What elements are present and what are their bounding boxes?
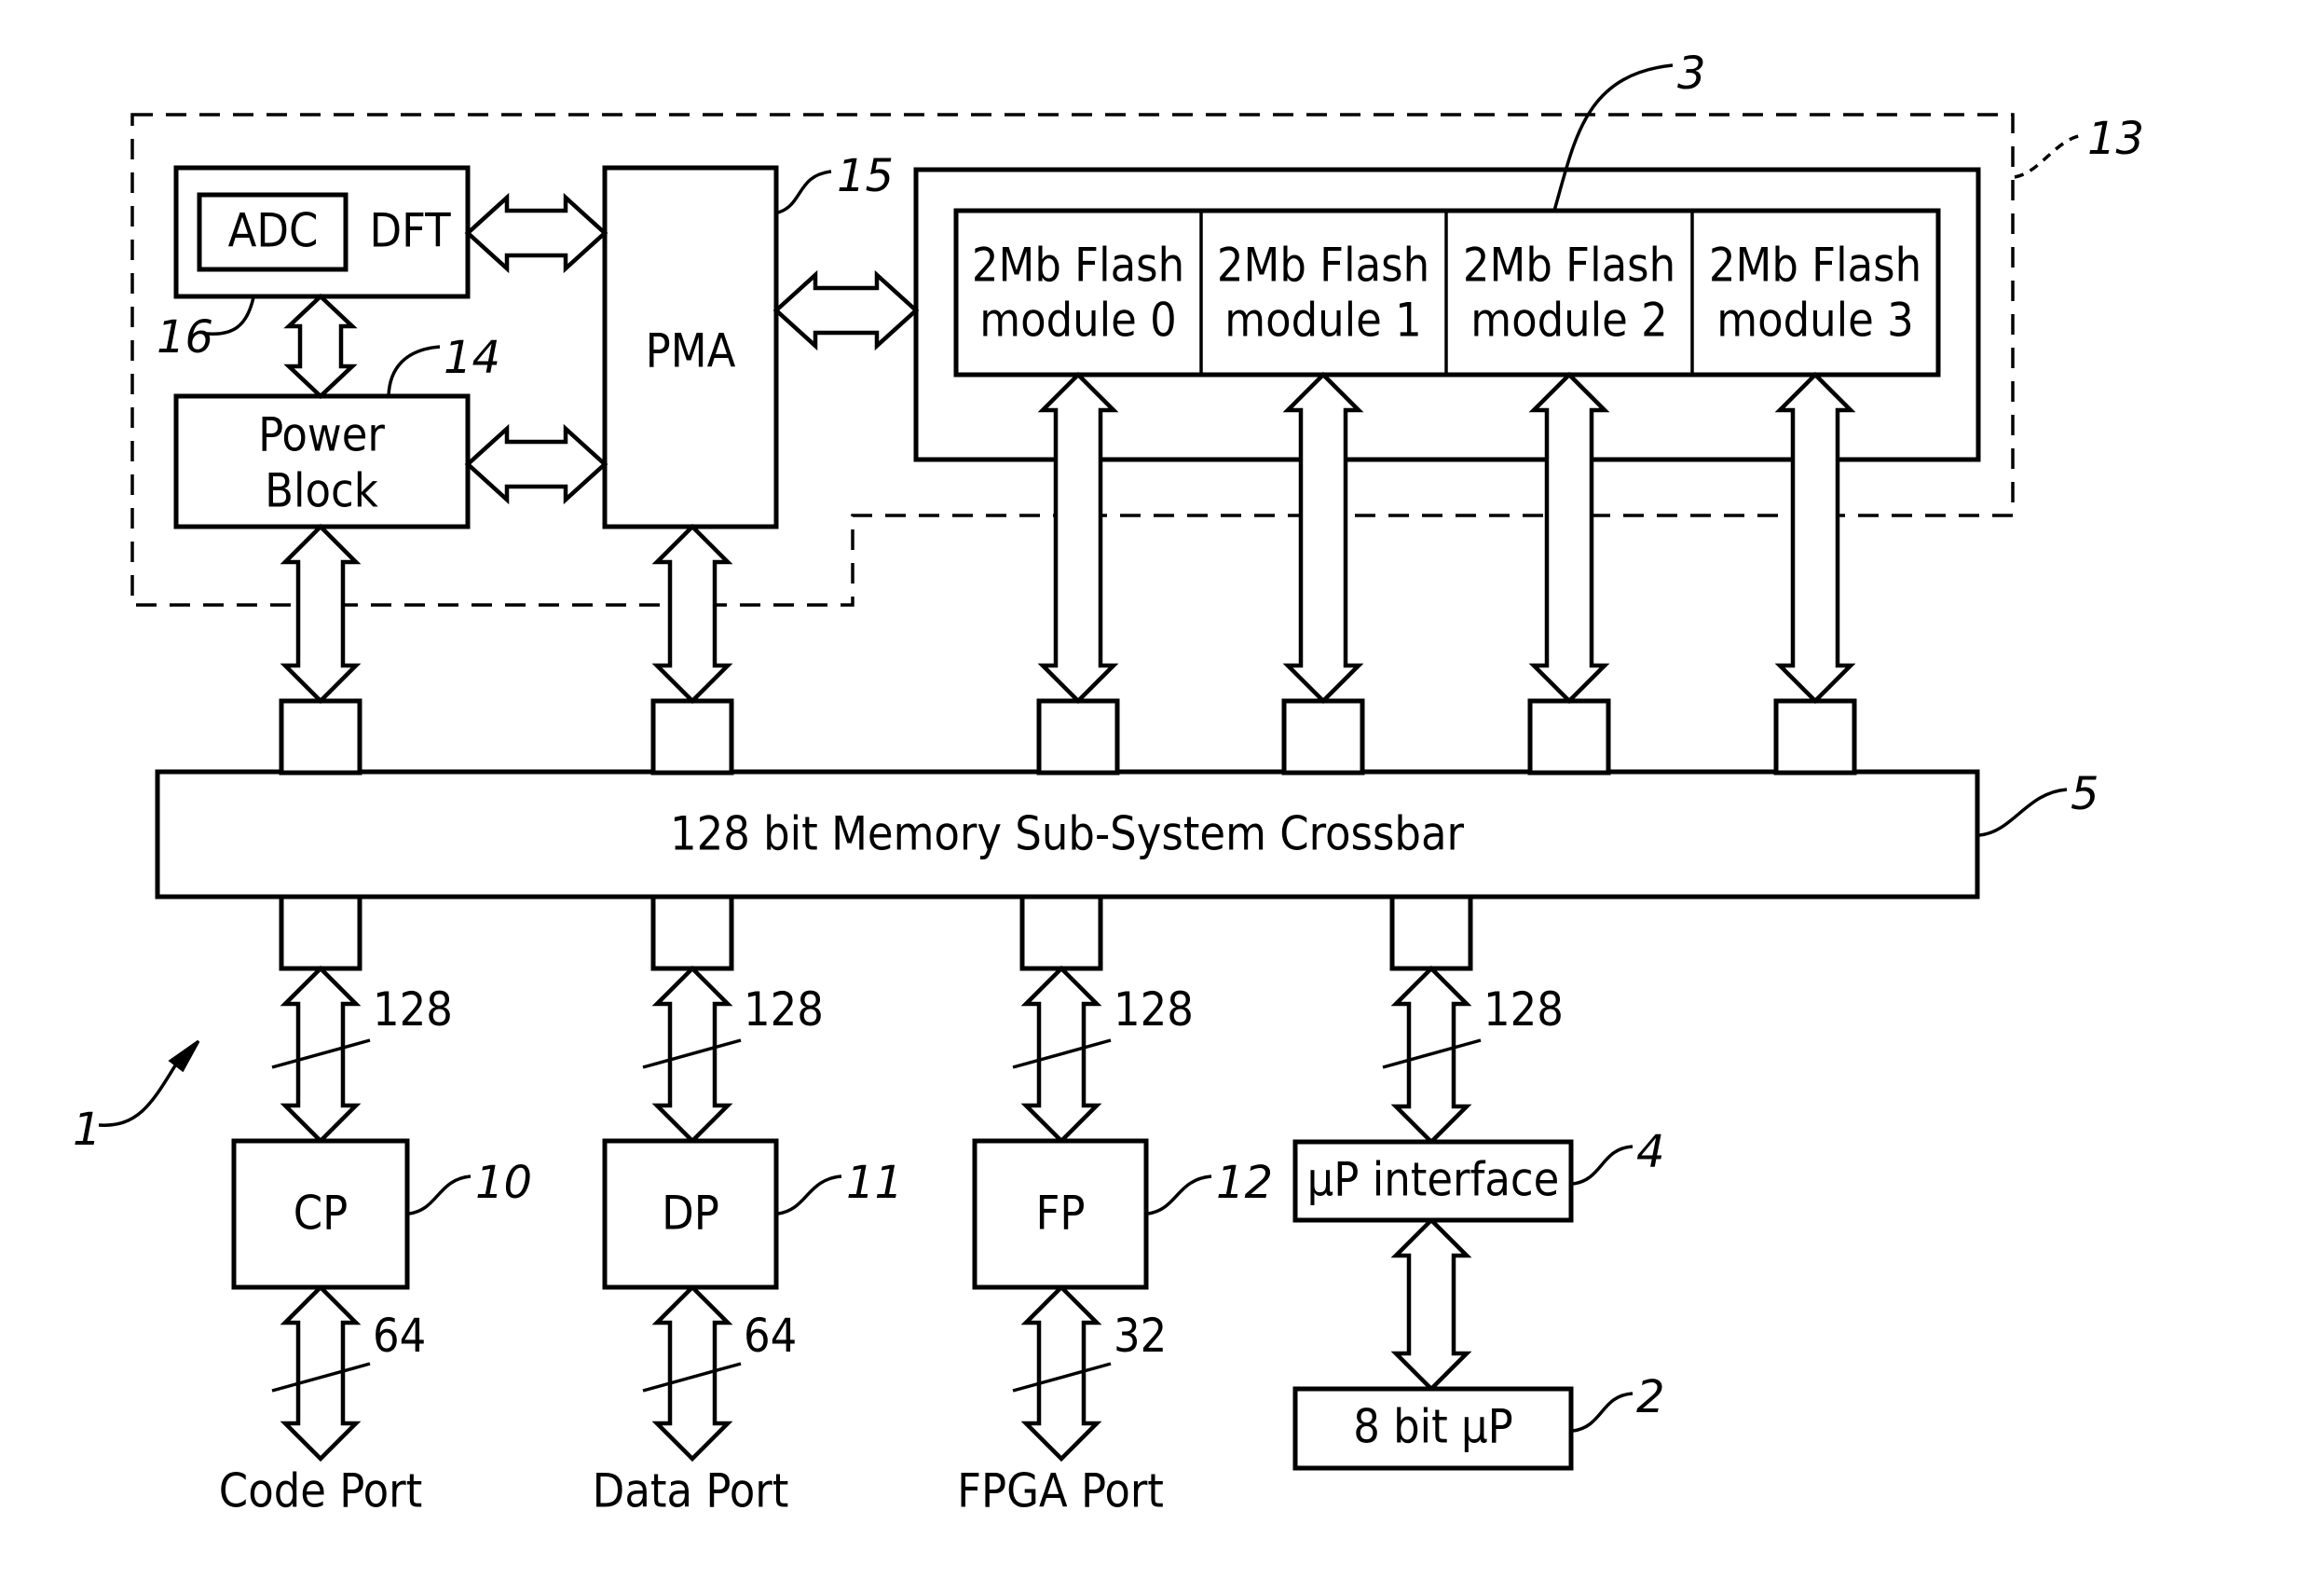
dp-upper-bus-width: 128: [744, 982, 824, 1037]
power-block-leader: [387, 345, 441, 397]
memory-subsystem-block-diagram: 13 ADC DFT 16 Power Block 14 PMA 15 2Mb …: [73, 48, 2144, 1518]
crossbar-top-connector: [279, 698, 362, 776]
fp-lower-bus-width: 32: [1114, 1309, 1167, 1363]
pma-ref-label: 15: [837, 150, 894, 202]
power-block-label-line1: Power: [258, 408, 385, 462]
crossbar-top-connector: [1527, 698, 1611, 776]
crossbar-label: 128 bit Memory Sub-System Crossbar: [670, 807, 1465, 861]
pma-flash-bus-arrow-icon: [772, 269, 920, 351]
system-ref-leader: [98, 1062, 179, 1127]
dp-ref-label: 11: [846, 1157, 903, 1209]
dft-label: DFT: [369, 204, 451, 258]
pma-crossbar-bus-arrow-icon: [651, 523, 733, 705]
crossbar-leader: [1978, 788, 2068, 837]
up-interface-block: μP interface: [1292, 1139, 1574, 1223]
pma-label: PMA: [646, 324, 736, 378]
cp-upper-bus-width: 128: [373, 982, 453, 1037]
up-8bit-leader: [1572, 1392, 1634, 1433]
power-block-label-line2: Block: [265, 464, 378, 518]
flash-module-1-label-line2: module 1: [1224, 294, 1422, 348]
crossbar-bottom-connector: [650, 894, 734, 971]
up-interface-upper-bus-width: 128: [1483, 982, 1564, 1037]
power-block-ref-label: 14: [444, 332, 500, 384]
dft-power-bus-arrow-icon: [283, 293, 358, 400]
fpga-port-bus-arrow-icon: [1020, 1284, 1102, 1463]
power-crossbar-bus-arrow-icon: [280, 523, 362, 705]
crossbar-bottom-connector: [1389, 894, 1473, 971]
crossbar-top-connector: [650, 698, 734, 776]
system-ref-arrowhead-icon: [168, 1039, 200, 1073]
up-8bit-block: 8 bit μP: [1292, 1386, 1574, 1471]
fp-upper-bus-width: 128: [1114, 982, 1194, 1037]
flash-array-ref-label: 3: [1677, 48, 1706, 100]
cp-block: CP: [231, 1138, 410, 1290]
flash-modules: 2Mb Flashmodule 02Mb Flashmodule 12Mb Fl…: [953, 208, 1941, 378]
flash-module-3-label-line1: 2Mb Flash: [1709, 239, 1921, 293]
fpga-port-label: FPGA Port: [957, 1464, 1164, 1518]
crossbar-bottom-connector: [279, 894, 362, 971]
pma-leader: [777, 170, 832, 214]
dft-block: ADC DFT: [173, 165, 471, 299]
dp-leader: [777, 1174, 842, 1215]
up-interface-ref-label: 4: [1636, 1126, 1665, 1178]
power-block: Power Block: [173, 393, 471, 529]
dft-ref-label: 16: [157, 311, 213, 364]
dft-pma-bus-arrow-icon: [464, 192, 608, 274]
crossbar-top-connector: [1036, 698, 1120, 776]
up-interface-label: μP interface: [1307, 1153, 1560, 1207]
dp-label: DP: [662, 1187, 719, 1241]
fp-ref-label: 12: [1216, 1157, 1273, 1209]
dp-block: DP: [602, 1138, 779, 1290]
code-port-bus-arrow-icon: [280, 1284, 362, 1463]
crossbar-ref-label: 5: [2071, 768, 2099, 820]
flash-module-0-label-line2: module 0: [979, 294, 1177, 348]
crossbar-bottom-connector: [1019, 894, 1103, 971]
cp-lower-bus-width: 64: [373, 1309, 426, 1363]
fp-leader: [1147, 1174, 1212, 1215]
flash-module-1-label-line1: 2Mb Flash: [1217, 239, 1429, 293]
cp-leader: [408, 1174, 472, 1215]
cp-ref-label: 10: [475, 1157, 532, 1209]
dft-leader: [206, 296, 255, 336]
cp-label: CP: [294, 1187, 349, 1241]
data-port-bus-arrow-icon: [651, 1284, 733, 1463]
fp-block: FP: [972, 1138, 1149, 1290]
flash-module-2-label-line2: module 2: [1470, 294, 1668, 348]
region-13-ref-label: 13: [2087, 113, 2144, 165]
up-interface-8bit-bus-arrow-icon: [1390, 1216, 1472, 1393]
system-ref-label: 1: [73, 1104, 102, 1156]
data-port-label: Data Port: [593, 1464, 789, 1518]
crossbar-top-connector: [1773, 698, 1857, 776]
up-interface-leader: [1572, 1145, 1634, 1186]
up-8bit-label: 8 bit μP: [1353, 1400, 1513, 1454]
power-pma-bus-arrow-icon: [464, 423, 608, 505]
flash-module-0-label-line1: 2Mb Flash: [972, 239, 1184, 293]
up-8bit-ref-label: 2: [1636, 1371, 1665, 1423]
fp-label: FP: [1035, 1187, 1085, 1241]
region-13-leader: [2014, 133, 2084, 179]
crossbar-top-connector: [1281, 698, 1365, 776]
crossbar: 128 bit Memory Sub-System Crossbar: [155, 769, 1980, 899]
code-port-label: Code Port: [219, 1464, 422, 1518]
pma-block: PMA: [602, 165, 779, 529]
dp-lower-bus-width: 64: [744, 1309, 797, 1363]
flash-module-3-label-line2: module 3: [1716, 294, 1914, 348]
adc-label: ADC: [228, 204, 319, 258]
flash-module-2-label-line1: 2Mb Flash: [1463, 239, 1675, 293]
